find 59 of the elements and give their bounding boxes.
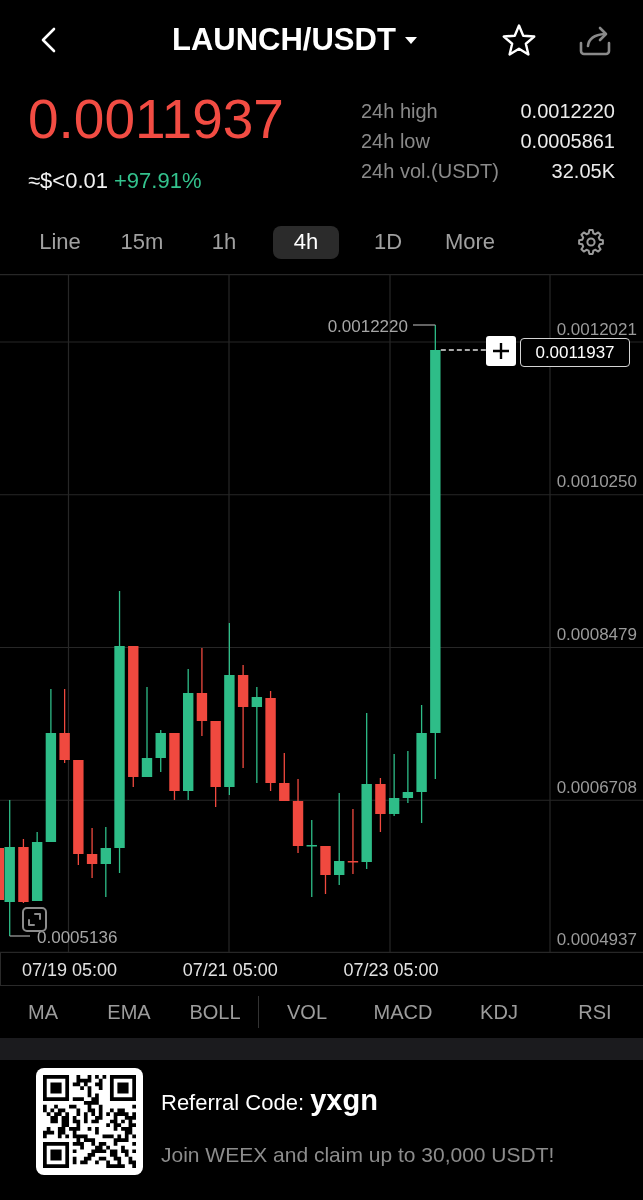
price-axis-label: 0.0010250 bbox=[556, 473, 637, 491]
qr-code-icon bbox=[36, 1068, 143, 1175]
interval-tab[interactable]: 15m bbox=[109, 225, 175, 259]
last-price: 0.0011937 bbox=[28, 92, 284, 147]
star-icon[interactable] bbox=[502, 23, 536, 57]
high-price-label: 0.0012220 bbox=[327, 317, 408, 335]
referral-code: Referral Code: yxgn bbox=[161, 1083, 379, 1118]
add-button[interactable] bbox=[486, 336, 516, 366]
plus-icon[interactable] bbox=[493, 343, 509, 359]
price-axis-label: 0.0008479 bbox=[556, 626, 637, 643]
interval-tab[interactable]: Line bbox=[27, 225, 93, 259]
candle bbox=[320, 845, 331, 895]
indicator-tab[interactable]: EMA bbox=[86, 986, 172, 1038]
low-leader-line bbox=[9, 935, 31, 937]
referral-message: Join WEEX and claim up to 30,000 USDT! bbox=[161, 1141, 555, 1167]
last-price-line bbox=[440, 349, 487, 351]
time-axis-label: 07/21 05:00 bbox=[182, 961, 278, 979]
candle bbox=[155, 729, 166, 773]
stat-value: 32.05K bbox=[551, 159, 615, 184]
indicator-tab[interactable]: BOLL bbox=[172, 986, 258, 1038]
stat-value: 0.0005861 bbox=[520, 129, 615, 154]
caret-icon bbox=[404, 36, 417, 44]
indicator-tab[interactable]: MACD bbox=[355, 986, 451, 1038]
interval-tab[interactable]: 4h bbox=[273, 225, 339, 259]
price-axis-label: 0.0006708 bbox=[556, 778, 637, 796]
price-axis-label: 0.0012021 bbox=[556, 320, 637, 338]
candle bbox=[31, 831, 43, 902]
candle bbox=[86, 827, 98, 879]
candle bbox=[100, 826, 111, 898]
expand-icon[interactable] bbox=[22, 907, 47, 932]
back-icon[interactable] bbox=[40, 27, 56, 53]
stat-value: 0.0012220 bbox=[520, 99, 615, 124]
interval-tab[interactable]: 1D bbox=[355, 225, 421, 259]
price-axis-label: 0.0004937 bbox=[556, 930, 637, 948]
stat-label: 24h vol.(USDT) bbox=[361, 159, 499, 184]
stat-label: 24h high bbox=[361, 99, 438, 124]
indicator-tab[interactable]: RSI bbox=[547, 986, 643, 1038]
settings-icon[interactable] bbox=[578, 229, 604, 255]
candle bbox=[279, 752, 290, 802]
interval-tab[interactable]: More bbox=[437, 225, 503, 259]
indicator-tab[interactable]: VOL bbox=[259, 986, 355, 1038]
high-leader-line bbox=[412, 324, 436, 326]
interval-tab[interactable]: 1h bbox=[191, 225, 257, 259]
time-axis-label: 07/23 05:00 bbox=[343, 961, 439, 979]
candle bbox=[375, 777, 386, 833]
indicator-tab[interactable]: KDJ bbox=[451, 986, 547, 1038]
indicator-tab[interactable]: MA bbox=[0, 986, 86, 1038]
price-change: +97.91% bbox=[114, 169, 202, 194]
candle bbox=[347, 808, 359, 875]
candle bbox=[402, 750, 414, 804]
usd-value: ≈$<0.01 bbox=[28, 169, 108, 194]
last-price-tag: 0.0011937 bbox=[520, 338, 630, 367]
candle bbox=[388, 753, 400, 817]
low-price-label: 0.0005136 bbox=[37, 928, 118, 946]
pair-selector[interactable]: LAUNCH/USDT bbox=[172, 22, 417, 58]
time-axis-label: 07/19 05:00 bbox=[21, 961, 118, 979]
stat-label: 24h low bbox=[361, 129, 430, 154]
candle bbox=[169, 732, 180, 801]
candle bbox=[18, 838, 29, 904]
